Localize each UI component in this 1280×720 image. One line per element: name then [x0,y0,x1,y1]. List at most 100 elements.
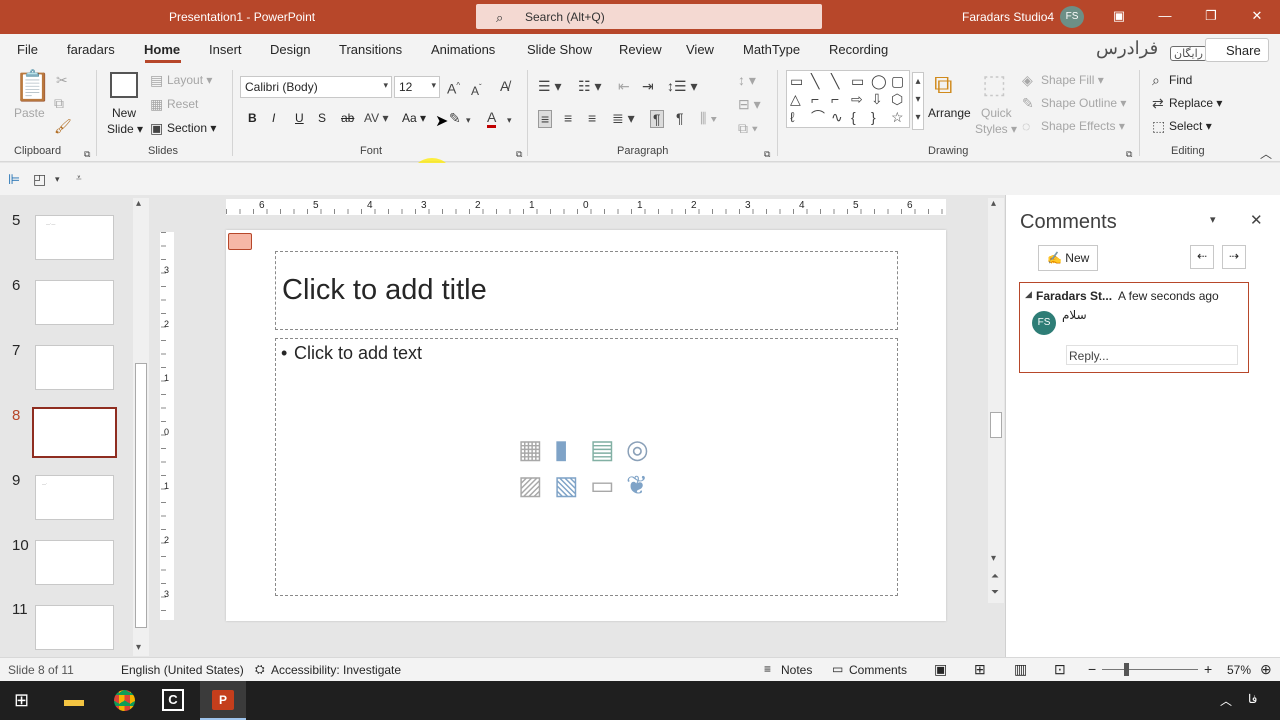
start-from-beginning-icon[interactable]: ⊫ [8,171,20,187]
clipboard-launcher-icon[interactable]: ⧉ [84,146,90,162]
next-slide-icon[interactable]: ⏷ [991,587,999,598]
user-avatar[interactable]: FS [1060,6,1084,28]
shape-fill-button[interactable]: Shape Fill ▾ [1041,73,1104,87]
shapes-more-icon[interactable]: ▴ ▾ ▾ [912,72,924,130]
font-size-combo[interactable]: 12 ▾ [394,76,440,98]
new-slide-icon[interactable] [110,72,138,98]
zoom-out-button[interactable]: − [1088,661,1096,677]
align-right-icon[interactable]: ≡ [588,110,596,126]
reading-view-icon[interactable]: ▥ [1014,661,1027,678]
find-button[interactable]: Find [1169,73,1192,87]
increase-font-size-icon[interactable]: A^ [447,78,460,97]
share-button[interactable]: Share [1205,38,1269,62]
slide-thumbnail-8-selected[interactable] [32,407,117,458]
tab-faradars[interactable]: faradars [67,42,115,57]
tray-overflow-icon[interactable]: ︿ [1220,692,1232,709]
search-box[interactable]: ⌕ Search (Alt+Q) [476,4,822,29]
tab-transitions[interactable]: Transitions [339,42,402,57]
italic-button[interactable]: I [272,111,275,125]
restore-icon[interactable]: ❐ [1202,8,1220,24]
insert-smartart-icon[interactable]: ▤ [590,435,615,463]
text-direction-icon[interactable]: ↕ ▾ [738,72,756,88]
insert-chart-icon[interactable]: ▮ [554,435,568,463]
strikethrough-button[interactable]: ab [341,111,354,125]
bullets-icon[interactable]: ☰ ▾ [538,78,561,94]
flowchart-shape-icon[interactable]: ⬡ [891,91,903,107]
content-placeholder[interactable]: • Click to add text ▦ ▮ ▤ ◎ ▨ ▧ ▭ ❦ [275,338,898,596]
quick-styles-icon[interactable]: ⬚ [982,70,1007,98]
insert-table-icon[interactable]: ▦ [518,435,543,463]
tab-mathtype[interactable]: MathType [743,42,800,57]
close-icon[interactable]: ✕ [1248,8,1266,24]
collapse-ribbon-icon[interactable]: ︿ [1260,146,1272,162]
zoom-slider-thumb[interactable] [1124,663,1129,676]
comment-text[interactable]: سلام [1062,308,1087,322]
close-pane-icon[interactable]: ✕ [1250,211,1263,229]
accessibility-status[interactable]: Accessibility: Investigate [271,663,401,677]
freeform-shape-icon[interactable]: ℓ [790,109,795,125]
tab-file[interactable]: File [17,42,38,57]
right-arrow-shape-icon[interactable]: ⇨ [851,91,863,107]
user-name[interactable]: Faradars Studio4 [962,10,1054,24]
arrange-button[interactable]: Arrange [928,106,971,120]
scroll-down-icon[interactable]: ▾ [136,642,141,653]
slide-show-icon[interactable]: ⊡ [1054,661,1066,678]
drawing-launcher-icon[interactable]: ⧉ [1126,146,1132,162]
input-language-indicator[interactable]: فا [1248,692,1257,706]
cut-icon[interactable]: ✂ [56,72,68,88]
slide-sorter-icon[interactable]: ⊞ [974,661,986,678]
bold-button[interactable]: B [248,111,257,125]
customize-qat-icon[interactable]: ⩡ [76,171,82,187]
justify-icon[interactable]: ≣ ▾ [612,110,635,126]
highlight-color-icon[interactable]: ✎ [449,110,461,126]
left-brace-shape-icon[interactable]: { [851,109,856,125]
rounded-rect-shape-icon[interactable]: ▢ [891,73,904,89]
arc-shape-icon[interactable]: ⌒ [811,109,825,125]
shapes-gallery[interactable]: ▭ ╲ ╲ ▭ ◯ ▢ △ ⌐ ⌐ ⇨ ⇩ ⬡ ℓ ⌒ ∿ { } ☆ [786,70,910,128]
shapes-qat-dropdown-icon[interactable]: ▾ [55,171,60,187]
new-comment-button[interactable]: ✍ New [1038,245,1098,271]
chrome-icon[interactable] [114,690,135,711]
insert-stock-images-icon[interactable]: ▧ [554,471,579,499]
quick-styles-label-2[interactable]: Styles ▾ [975,122,1017,136]
increase-indent-icon[interactable]: ⇥ [642,78,654,94]
previous-slide-icon[interactable]: ⏶ [991,571,999,582]
scroll-thumb[interactable] [135,363,147,628]
change-case-button[interactable]: Aa ▾ [402,111,426,125]
rectangle-shape-icon[interactable]: ▭ [851,73,864,89]
slide-scrollbar[interactable]: ▴ ▾ ⏶ ⏷ [988,198,1004,603]
layout-button[interactable]: Layout ▾ [167,73,212,87]
paste-button[interactable]: Paste [14,106,45,120]
quick-styles-label[interactable]: Quick [981,106,1012,120]
windows-start-icon[interactable]: ⊞ [14,690,29,711]
new-slide-label-2[interactable]: Slide ▾ [107,122,143,136]
highlight-dropdown-icon[interactable]: ▾ [466,112,471,128]
textbox-shape-icon[interactable]: ▭ [790,73,803,89]
down-arrow-shape-icon[interactable]: ⇩ [871,91,883,107]
zoom-in-button[interactable]: + [1204,661,1212,677]
next-comment-icon[interactable]: ⇢ [1222,245,1246,269]
tab-slide-show[interactable]: Slide Show [527,42,592,57]
reset-button[interactable]: Reset [167,97,198,111]
curve-shape-icon[interactable]: ∿ [831,109,843,125]
reply-input[interactable]: Reply... [1066,345,1238,365]
insert-icons-icon[interactable]: ❦ [626,471,648,499]
new-slide-label[interactable]: New [112,106,136,120]
minimize-icon[interactable]: — [1156,8,1174,24]
underline-button[interactable]: U [295,111,304,125]
zoom-level[interactable]: 57% [1227,663,1251,677]
line-shape-icon[interactable]: ╲ [811,73,819,89]
align-center-icon[interactable]: ≡ [564,110,572,126]
shape-outline-button[interactable]: Shape Outline ▾ [1041,96,1126,110]
right-brace-shape-icon[interactable]: } [871,109,876,125]
ltr-icon[interactable]: ¶ [650,110,664,128]
star-shape-icon[interactable]: ☆ [891,109,904,125]
replace-button[interactable]: Replace ▾ [1169,96,1222,110]
columns-icon[interactable]: ⫼ ▾ [700,110,717,126]
pane-options-icon[interactable]: ▾ [1210,213,1216,226]
rtl-icon[interactable]: ¶ [676,110,684,126]
insert-picture-icon[interactable]: ▨ [518,471,543,499]
format-painter-icon[interactable]: 🖌 [54,118,72,134]
text-shadow-button[interactable]: S [318,111,326,125]
comments-button[interactable]: Comments [849,663,907,677]
